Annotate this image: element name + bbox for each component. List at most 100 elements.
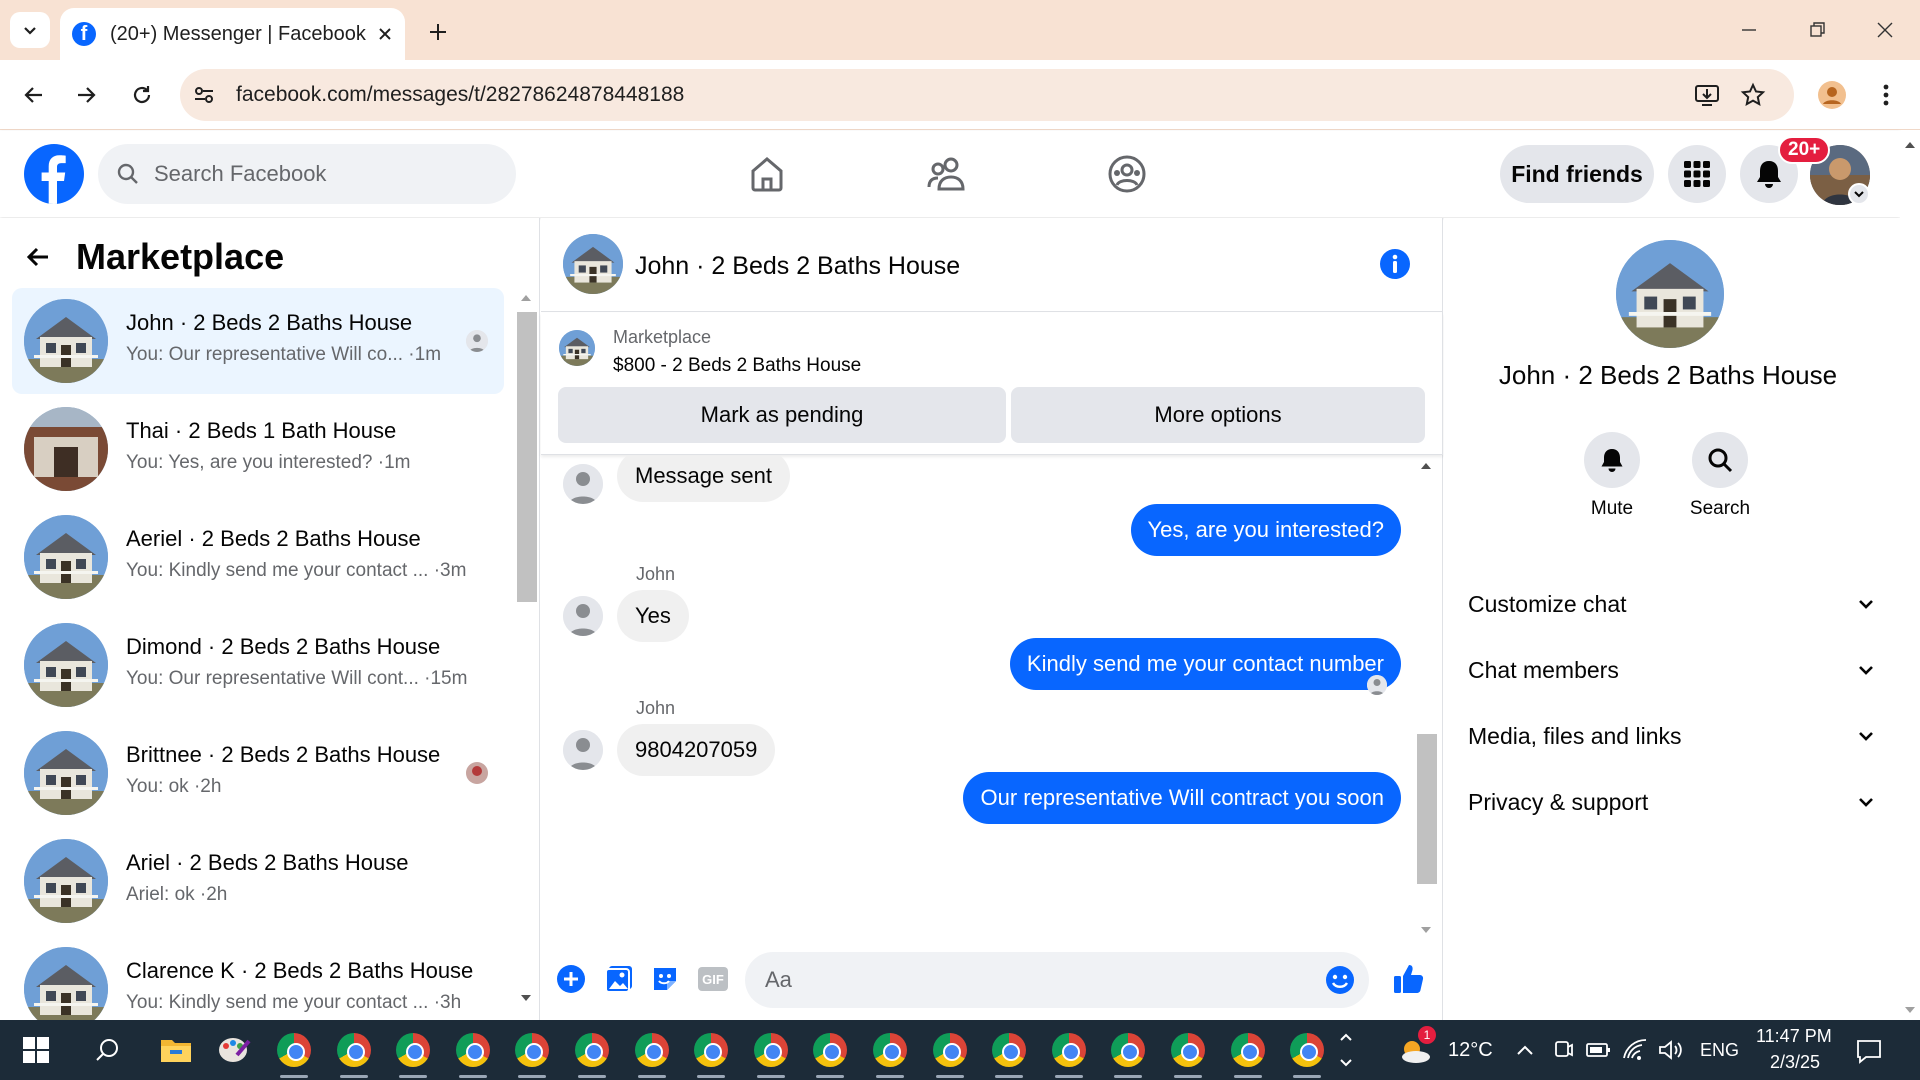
notification-center-icon[interactable] <box>1856 1038 1882 1064</box>
chrome-window-button[interactable] <box>691 1030 731 1078</box>
chrome-window-button[interactable] <box>1287 1030 1327 1078</box>
conversation-row[interactable]: Aeriel · 2 Beds 2 Baths House You: Kindly… <box>12 504 504 610</box>
scroll-up-icon[interactable] <box>1416 456 1436 476</box>
chrome-window-button[interactable] <box>393 1030 433 1078</box>
chrome-window-button[interactable] <box>632 1030 672 1078</box>
like-button[interactable] <box>1391 961 1427 997</box>
bookmark-star-icon[interactable] <box>1740 82 1766 108</box>
tray-overflow-icon[interactable] <box>1516 1042 1534 1058</box>
battery-icon[interactable] <box>1586 1040 1612 1060</box>
details-section[interactable]: Chat members <box>1468 642 1876 698</box>
chat-avatar[interactable] <box>563 234 623 294</box>
mark-as-pending-button[interactable]: Mark as pending <box>558 387 1006 443</box>
listing-title[interactable]: $800 - 2 Beds 2 Baths House <box>613 355 861 377</box>
scroll-up-icon[interactable] <box>516 288 536 308</box>
incoming-message[interactable]: Message sent <box>617 456 790 502</box>
more-actions-button[interactable] <box>553 961 589 997</box>
close-window-button[interactable] <box>1860 12 1910 48</box>
groups-nav[interactable] <box>1102 149 1152 199</box>
conversation-row[interactable]: Clarence K · 2 Beds 2 Baths House You: Ki… <box>12 936 504 1020</box>
browser-tab[interactable]: f (20+) Messenger | Facebook <box>60 8 405 60</box>
conversation-scroll-thumb[interactable] <box>517 312 537 602</box>
forward-button[interactable] <box>68 77 104 113</box>
meet-now-icon[interactable] <box>1552 1038 1574 1062</box>
chrome-window-button[interactable] <box>1049 1030 1089 1078</box>
outgoing-message[interactable]: Our representative Will contract you soo… <box>963 772 1401 824</box>
conversation-row[interactable]: Ariel · 2 Beds 2 Baths House Ariel: ok ·2… <box>12 828 504 934</box>
temperature-text[interactable]: 12°C <box>1448 1039 1493 1062</box>
chat-scroll-thumb[interactable] <box>1417 734 1437 884</box>
sender-avatar[interactable] <box>563 596 603 636</box>
weather-widget[interactable]: 1 <box>1396 1026 1436 1070</box>
back-arrow-icon[interactable] <box>24 243 52 271</box>
paint-app[interactable] <box>214 1030 254 1070</box>
chrome-window-button[interactable] <box>751 1030 791 1078</box>
scroll-up-icon[interactable] <box>1900 135 1920 155</box>
volume-icon[interactable] <box>1658 1038 1684 1062</box>
back-button[interactable] <box>16 77 52 113</box>
info-icon[interactable] <box>1379 248 1411 280</box>
chrome-window-button[interactable] <box>274 1030 314 1078</box>
account-chevron-icon[interactable] <box>1848 183 1870 205</box>
sticker-button[interactable] <box>647 961 683 997</box>
chrome-window-button[interactable] <box>870 1030 910 1078</box>
details-section[interactable]: Customize chat <box>1468 576 1876 632</box>
emoji-icon[interactable] <box>1325 965 1355 995</box>
scroll-down-icon[interactable] <box>516 988 536 1008</box>
conversation-row[interactable]: John · 2 Beds 2 Baths House You: Our repr… <box>12 288 504 394</box>
chrome-menu-button[interactable] <box>1868 77 1904 113</box>
outgoing-message[interactable]: Kindly send me your contact number <box>1009 638 1401 690</box>
chrome-window-button[interactable] <box>1108 1030 1148 1078</box>
taskbar-scroll-button[interactable] <box>1334 1030 1358 1070</box>
clock-date[interactable]: 2/3/25 <box>1770 1052 1820 1073</box>
clock-time[interactable]: 11:47 PM <box>1756 1026 1832 1047</box>
conversation-row[interactable]: Dimond · 2 Beds 2 Baths House You: Our re… <box>12 612 504 718</box>
chrome-window-button[interactable] <box>989 1030 1029 1078</box>
facebook-logo[interactable] <box>24 144 84 204</box>
chrome-window-button[interactable] <box>334 1030 374 1078</box>
friends-nav[interactable] <box>922 149 972 199</box>
conversation-row[interactable]: Thai · 2 Beds 1 Bath House You: Yes, are … <box>12 396 504 502</box>
outgoing-message[interactable]: Yes, are you interested? <box>1130 504 1401 556</box>
facebook-search-box[interactable]: Search Facebook <box>98 144 516 204</box>
search-in-chat-button[interactable]: Search <box>1670 432 1770 520</box>
tab-search-button[interactable] <box>10 12 50 48</box>
wifi-icon[interactable] <box>1622 1038 1648 1062</box>
incoming-message[interactable]: 9804207059 <box>617 724 776 776</box>
file-explorer-app[interactable] <box>156 1030 196 1070</box>
details-avatar[interactable] <box>1616 240 1724 348</box>
chat-title[interactable]: John · 2 Beds 2 Baths House <box>635 252 960 281</box>
attach-photo-button[interactable] <box>601 961 637 997</box>
more-options-button[interactable]: More options <box>1011 387 1425 443</box>
details-section[interactable]: Privacy & support <box>1468 774 1876 830</box>
conversation-row[interactable]: Brittnee · 2 Beds 2 Baths House You: ok ·… <box>12 720 504 826</box>
menu-button[interactable] <box>1668 145 1726 203</box>
scroll-down-icon[interactable] <box>1416 920 1436 940</box>
find-friends-button[interactable]: Find friends <box>1500 145 1654 203</box>
address-bar[interactable]: facebook.com/messages/t/2827862487844818… <box>180 69 1794 121</box>
message-input[interactable]: Aa <box>745 952 1369 1008</box>
chrome-window-button[interactable] <box>810 1030 850 1078</box>
chrome-window-button[interactable] <box>930 1030 970 1078</box>
taskbar-search-button[interactable] <box>88 1030 128 1070</box>
page-scrollbar[interactable] <box>1900 131 1920 1020</box>
close-tab-icon[interactable] <box>376 25 394 43</box>
chrome-window-button[interactable] <box>1168 1030 1208 1078</box>
incoming-message[interactable]: Yes <box>617 590 689 642</box>
sender-avatar[interactable] <box>563 464 603 504</box>
restore-button[interactable] <box>1792 12 1842 48</box>
reload-button[interactable] <box>124 77 160 113</box>
chrome-profile-button[interactable] <box>1814 77 1850 113</box>
minimize-button[interactable] <box>1724 12 1774 48</box>
mute-button[interactable]: Mute <box>1562 432 1662 520</box>
scroll-down-icon[interactable] <box>1900 1000 1920 1020</box>
home-nav[interactable] <box>742 149 792 199</box>
details-section[interactable]: Media, files and links <box>1468 708 1876 764</box>
site-settings-icon[interactable] <box>192 83 216 107</box>
gif-button[interactable]: GIF <box>695 961 731 997</box>
install-app-icon[interactable] <box>1694 82 1720 108</box>
chrome-window-button[interactable] <box>453 1030 493 1078</box>
new-tab-button[interactable] <box>418 14 458 50</box>
listing-thumbnail[interactable] <box>559 330 595 366</box>
language-indicator[interactable]: ENG <box>1700 1040 1739 1061</box>
